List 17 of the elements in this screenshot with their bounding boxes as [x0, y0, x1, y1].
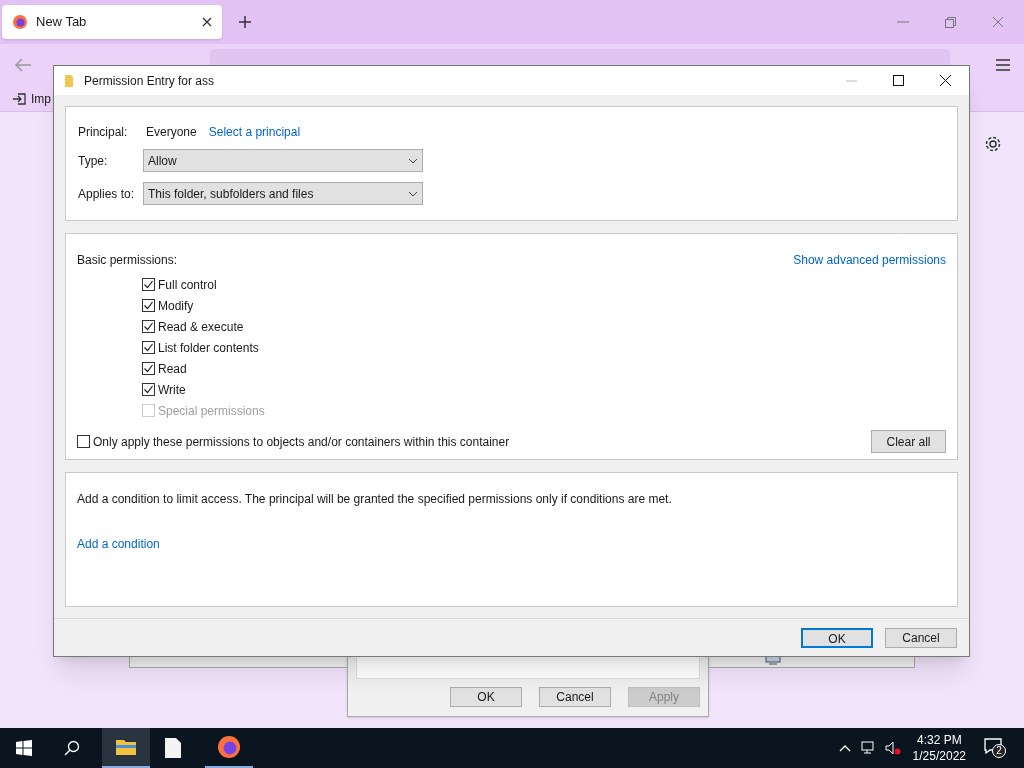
notification-count: 2 — [992, 744, 1006, 758]
principal-value: Everyone — [146, 124, 197, 141]
permission-label: Full control — [158, 276, 217, 294]
permission-label: Write — [158, 381, 186, 399]
permission-label: Modify — [158, 297, 194, 315]
applies-to-label: Applies to: — [78, 185, 136, 203]
only-apply-label: Only apply these permissions to objects and/or containers within this container — [93, 433, 510, 451]
condition-description: Add a condition to limit access. The principal will be granted the specified permissions only if conditions are met. — [77, 491, 673, 508]
tab-title: New Tab — [36, 13, 88, 32]
principal-label: Principal: — [78, 124, 129, 141]
type-label: Type: — [78, 152, 109, 170]
permission-label: Special permissions — [158, 402, 265, 420]
window-title: Permission Entry for ass — [84, 72, 216, 90]
basic-permissions-label: Basic permissions: — [77, 252, 178, 269]
permission-label: List folder contents — [158, 339, 259, 357]
permission-label: Read — [158, 360, 187, 378]
permission-label: Read & execute — [158, 318, 244, 336]
